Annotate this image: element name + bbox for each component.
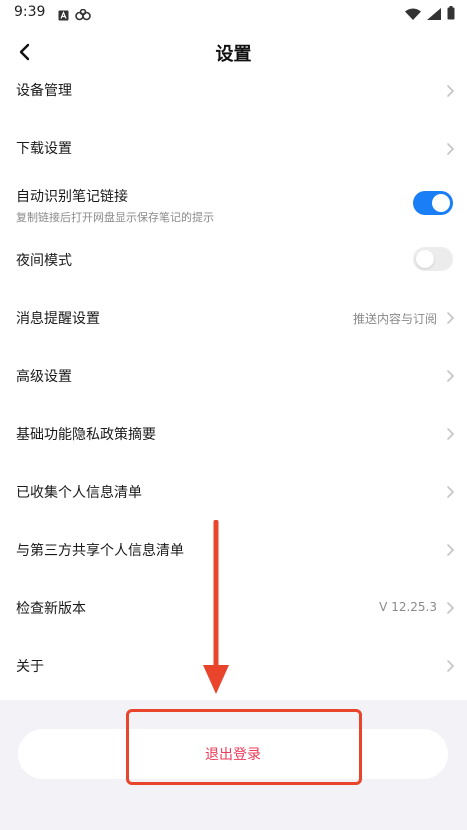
chevron-right-icon — [447, 428, 455, 440]
toggle-knob — [416, 250, 434, 268]
signal-icon — [427, 5, 441, 24]
night-mode-toggle[interactable] — [413, 247, 453, 271]
settings-row-collected-info[interactable]: 已收集个人信息清单 — [0, 468, 467, 526]
settings-row-notification-settings[interactable]: 消息提醒设置 推送内容与订阅 — [0, 294, 467, 352]
settings-list: 设备管理 下载设置 自动识别笔记链接 复制链接后打开网盘显示保存笔记的提示 夜间… — [0, 62, 467, 700]
settings-row-about[interactable]: 关于 — [0, 642, 467, 700]
version-value: V 12.25.3 — [379, 600, 437, 614]
app-a-icon — [58, 6, 69, 25]
toggle-knob — [432, 194, 450, 212]
settings-row-night-mode: 夜间模式 — [0, 236, 467, 294]
row-subtitle: 复制链接后打开网盘显示保存笔记的提示 — [16, 211, 214, 224]
chevron-right-icon — [447, 143, 455, 155]
status-right-icons — [405, 5, 455, 24]
row-label: 检查新版本 — [16, 601, 86, 617]
row-label: 关于 — [16, 659, 44, 675]
status-time: 9:39 — [14, 4, 46, 20]
chevron-right-icon — [447, 486, 455, 498]
row-label: 高级设置 — [16, 369, 72, 385]
settings-row-download-settings[interactable]: 下载设置 — [0, 120, 467, 178]
chevron-right-icon — [447, 602, 455, 614]
status-left-icons — [58, 6, 91, 25]
settings-row-check-update[interactable]: 检查新版本 V 12.25.3 — [0, 584, 467, 642]
row-label: 基础功能隐私政策摘要 — [16, 427, 156, 443]
row-label: 消息提醒设置 — [16, 311, 100, 327]
chevron-right-icon — [447, 85, 455, 97]
auto-detect-toggle[interactable] — [413, 191, 453, 215]
settings-row-privacy-summary[interactable]: 基础功能隐私政策摘要 — [0, 410, 467, 468]
row-label: 下载设置 — [16, 141, 72, 157]
row-label: 自动识别笔记链接 — [16, 189, 128, 205]
settings-row-device-management[interactable]: 设备管理 — [0, 62, 467, 120]
chevron-right-icon — [447, 544, 455, 556]
chevron-right-icon — [447, 660, 455, 672]
settings-row-auto-detect-links: 自动识别笔记链接 复制链接后打开网盘显示保存笔记的提示 — [0, 178, 467, 236]
annotation-arrow-down-icon — [203, 520, 229, 694]
wifi-icon — [405, 5, 421, 24]
row-label: 已收集个人信息清单 — [16, 485, 142, 501]
settings-row-advanced-settings[interactable]: 高级设置 — [0, 352, 467, 410]
row-label: 设备管理 — [16, 83, 72, 99]
settings-row-shared-info[interactable]: 与第三方共享个人信息清单 — [0, 526, 467, 584]
chevron-right-icon — [447, 370, 455, 382]
row-label: 夜间模式 — [16, 253, 72, 269]
chevron-right-icon — [447, 312, 455, 324]
annotation-highlight-box — [126, 709, 362, 785]
battery-icon — [447, 5, 455, 24]
row-value: 推送内容与订阅 — [352, 312, 437, 326]
status-bar: 9:39 — [0, 0, 467, 28]
row-label: 与第三方共享个人信息清单 — [16, 543, 184, 559]
link-icon — [75, 6, 91, 25]
